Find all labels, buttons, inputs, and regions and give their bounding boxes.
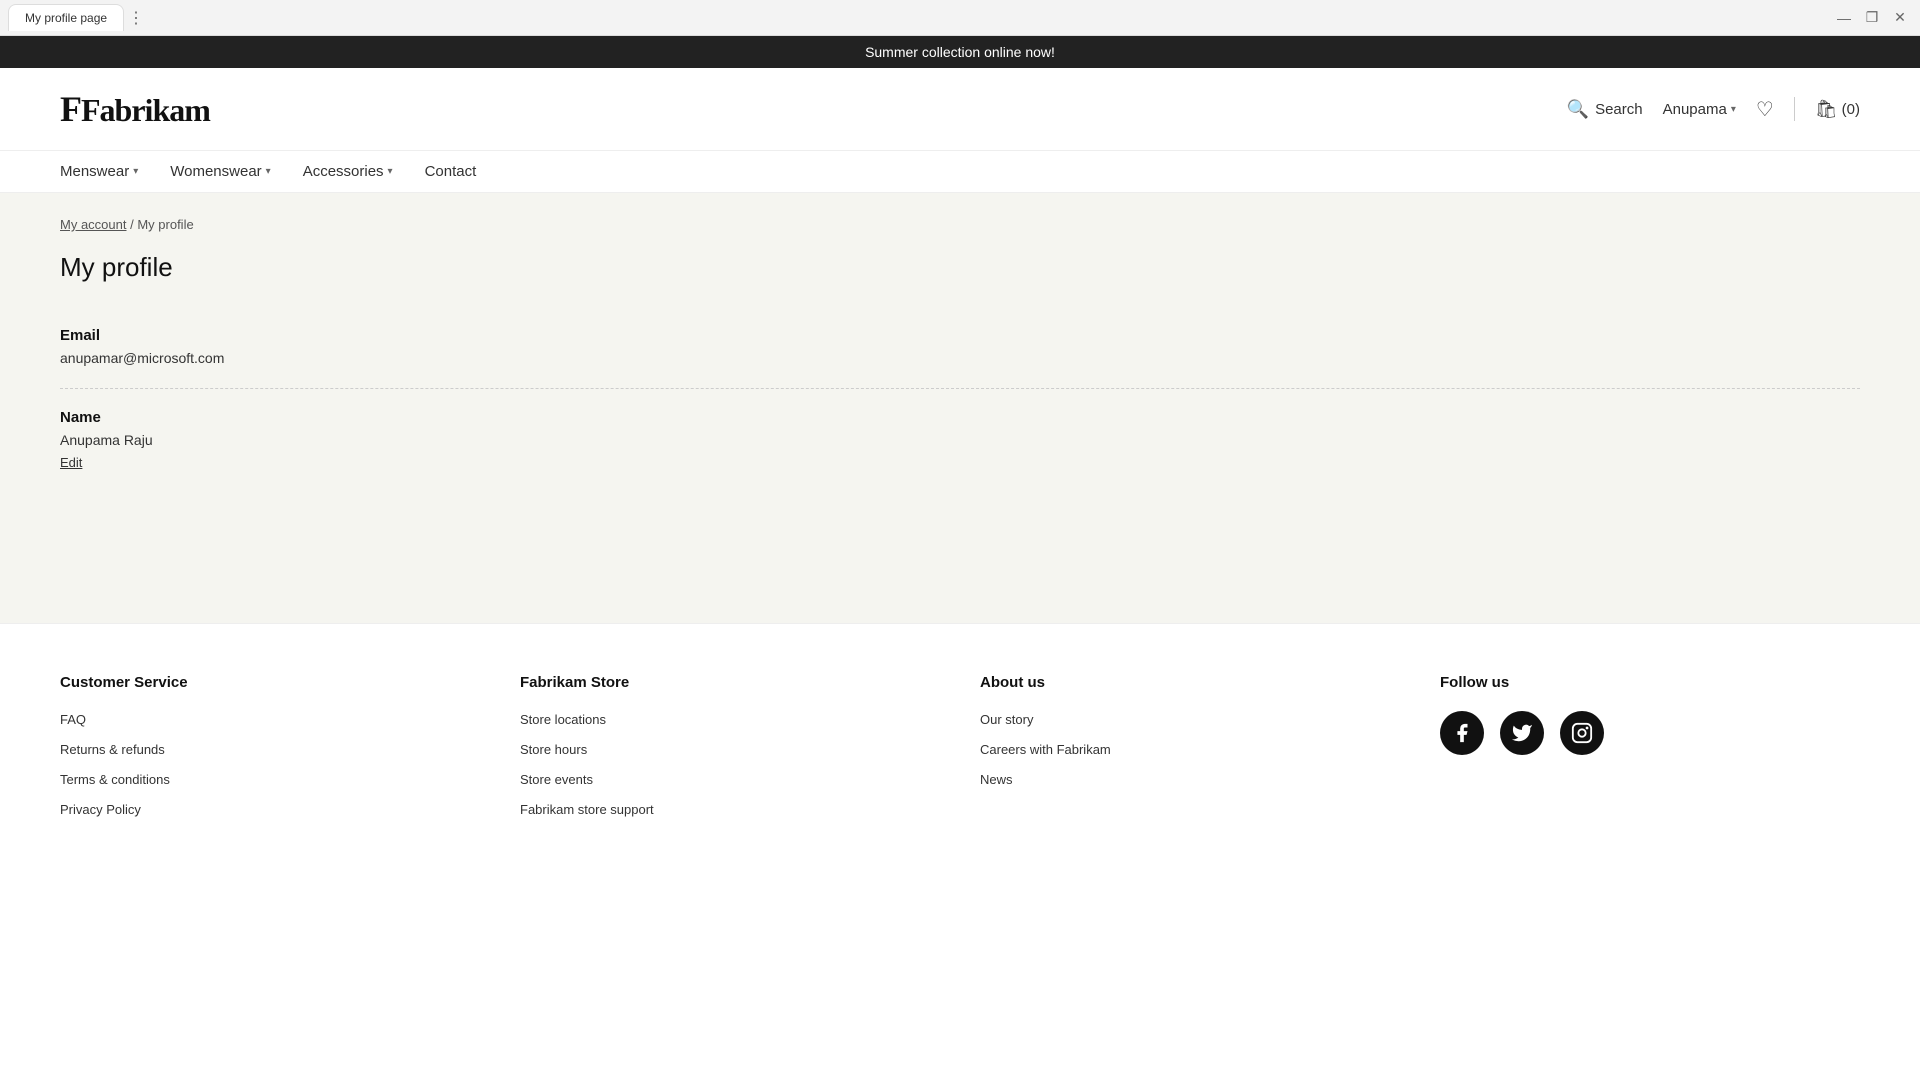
footer-careers[interactable]: Careers with Fabrikam [980, 741, 1400, 757]
site-logo[interactable]: FFabrikam [60, 88, 210, 130]
header-actions: 🔍 Search Anupama ▾ ♡ 🛍 (0) [1567, 97, 1860, 122]
social-icons [1440, 711, 1860, 755]
footer-faq[interactable]: FAQ [60, 711, 480, 727]
profile-section: Email anupamar@microsoft.com Name Anupam… [60, 311, 1860, 486]
instagram-icon[interactable] [1560, 711, 1604, 755]
footer-store-locations[interactable]: Store locations [520, 711, 940, 727]
tab-title: My profile page [25, 11, 107, 25]
nav-label-accessories: Accessories [303, 163, 384, 180]
page-title: My profile [60, 252, 1860, 283]
search-icon: 🔍 [1567, 99, 1589, 120]
womenswear-chevron: ▾ [266, 166, 271, 177]
name-value: Anupama Raju [60, 432, 1860, 448]
email-field-section: Email anupamar@microsoft.com [60, 311, 1860, 389]
footer-fabrikam-store: Fabrikam Store Store locations Store hou… [520, 674, 940, 831]
facebook-icon[interactable] [1440, 711, 1484, 755]
breadcrumb: My account / My profile [60, 217, 1860, 232]
nav-item-menswear[interactable]: Menswear ▾ [60, 163, 138, 180]
footer-fabrikam-store-heading: Fabrikam Store [520, 674, 940, 691]
footer-follow-us: Follow us [1440, 674, 1860, 831]
nav-item-womenswear[interactable]: Womenswear ▾ [170, 163, 270, 180]
restore-button[interactable]: ❐ [1860, 6, 1884, 30]
minimize-button[interactable]: — [1832, 6, 1856, 30]
accessories-chevron: ▾ [388, 166, 393, 177]
nav-label-womenswear: Womenswear [170, 163, 261, 180]
footer-store-support[interactable]: Fabrikam store support [520, 801, 940, 817]
header-divider [1794, 97, 1795, 121]
footer-terms[interactable]: Terms & conditions [60, 771, 480, 787]
name-field-section: Name Anupama Raju Edit [60, 393, 1860, 486]
twitter-icon[interactable] [1500, 711, 1544, 755]
footer-about-us: About us Our story Careers with Fabrikam… [980, 674, 1400, 831]
browser-window-controls: — ❐ ✕ [1832, 6, 1912, 30]
browser-tab[interactable]: My profile page [8, 4, 124, 31]
footer-privacy[interactable]: Privacy Policy [60, 801, 480, 817]
user-dropdown-chevron: ▾ [1731, 104, 1736, 115]
footer-news[interactable]: News [980, 771, 1400, 787]
cart-count: (0) [1842, 101, 1860, 118]
close-button[interactable]: ✕ [1888, 6, 1912, 30]
main-content: My account / My profile My profile Email… [0, 193, 1920, 623]
nav-item-contact[interactable]: Contact [425, 163, 477, 180]
edit-name-link[interactable]: Edit [60, 455, 82, 470]
browser-menu-icon[interactable]: ⋮ [124, 6, 148, 30]
wishlist-icon[interactable]: ♡ [1756, 97, 1774, 122]
email-value: anupamar@microsoft.com [60, 350, 1860, 366]
cart-icon: 🛍 [1815, 99, 1838, 120]
footer-store-hours[interactable]: Store hours [520, 741, 940, 757]
breadcrumb-account-link[interactable]: My account [60, 217, 126, 232]
announcement-text: Summer collection online now! [865, 44, 1055, 60]
footer-store-events[interactable]: Store events [520, 771, 940, 787]
search-label: Search [1595, 101, 1643, 118]
nav-label-contact: Contact [425, 163, 477, 180]
search-link[interactable]: 🔍 Search [1567, 99, 1643, 120]
footer-follow-us-heading: Follow us [1440, 674, 1860, 691]
footer-grid: Customer Service FAQ Returns & refunds T… [60, 674, 1860, 831]
main-nav: Menswear ▾ Womenswear ▾ Accessories ▾ Co… [0, 151, 1920, 193]
menswear-chevron: ▾ [133, 166, 138, 177]
footer-our-story[interactable]: Our story [980, 711, 1400, 727]
breadcrumb-current: My profile [137, 217, 193, 232]
user-name: Anupama [1663, 101, 1727, 118]
footer-customer-service: Customer Service FAQ Returns & refunds T… [60, 674, 480, 831]
footer-returns[interactable]: Returns & refunds [60, 741, 480, 757]
footer-about-us-heading: About us [980, 674, 1400, 691]
name-label: Name [60, 409, 1860, 426]
footer-customer-service-heading: Customer Service [60, 674, 480, 691]
nav-label-menswear: Menswear [60, 163, 129, 180]
email-label: Email [60, 327, 1860, 344]
cart-link[interactable]: 🛍 (0) [1815, 99, 1860, 120]
site-footer: Customer Service FAQ Returns & refunds T… [0, 623, 1920, 871]
browser-chrome: My profile page ⋮ — ❐ ✕ [0, 0, 1920, 36]
announcement-bar: Summer collection online now! [0, 36, 1920, 68]
nav-item-accessories[interactable]: Accessories ▾ [303, 163, 393, 180]
site-header: FFabrikam 🔍 Search Anupama ▾ ♡ 🛍 (0) [0, 68, 1920, 151]
user-dropdown[interactable]: Anupama ▾ [1663, 101, 1736, 118]
